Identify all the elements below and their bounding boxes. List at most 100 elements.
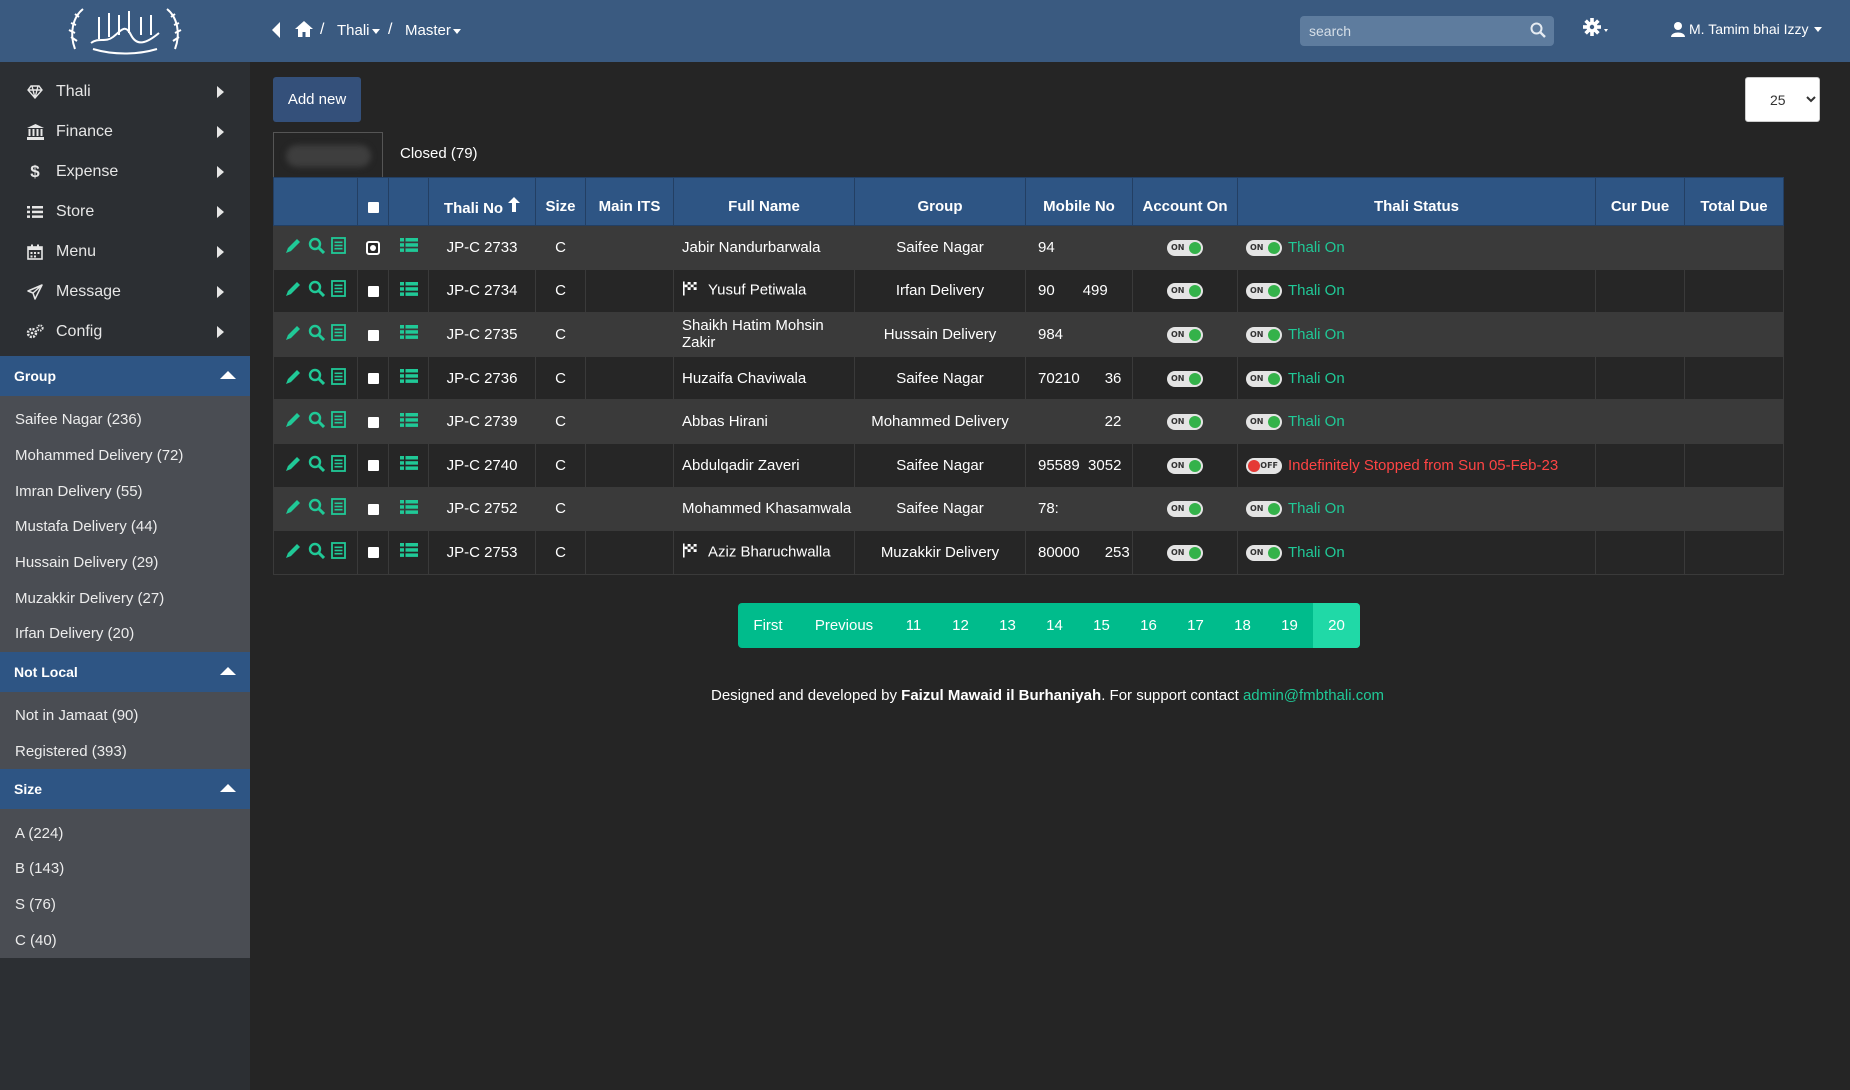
thali-status-toggle[interactable]: ON bbox=[1246, 370, 1282, 387]
sidebar-item-thali[interactable]: Thali bbox=[0, 72, 250, 112]
row-checkbox[interactable] bbox=[367, 547, 379, 559]
page-link-19[interactable]: 19 bbox=[1266, 603, 1313, 648]
settings-gear-icon[interactable] bbox=[1583, 18, 1613, 43]
row-checkbox[interactable] bbox=[367, 373, 379, 385]
row-checkbox[interactable] bbox=[367, 460, 379, 472]
filter-item[interactable]: A (224) bbox=[0, 815, 250, 851]
edit-pencil-icon[interactable] bbox=[285, 368, 302, 389]
filter-header-group[interactable]: Group bbox=[0, 356, 250, 396]
view-search-icon[interactable] bbox=[308, 455, 326, 476]
document-icon[interactable] bbox=[331, 454, 346, 476]
sidebar-item-store[interactable]: Store bbox=[0, 192, 250, 232]
view-search-icon[interactable] bbox=[308, 237, 326, 258]
filter-item[interactable]: Irfan Delivery (20) bbox=[0, 616, 250, 652]
document-icon[interactable] bbox=[331, 542, 346, 563]
edit-pencil-icon[interactable] bbox=[285, 411, 302, 432]
column-header[interactable]: Thali No bbox=[428, 177, 536, 226]
search-input[interactable] bbox=[1300, 16, 1554, 46]
account-toggle[interactable]: ON bbox=[1167, 544, 1203, 561]
thali-status-toggle[interactable]: ON bbox=[1246, 414, 1282, 431]
account-toggle[interactable]: ON bbox=[1167, 501, 1203, 518]
row-checkbox[interactable] bbox=[367, 329, 379, 341]
edit-pencil-icon[interactable] bbox=[285, 280, 302, 301]
filter-item[interactable]: Imran Delivery (55) bbox=[0, 473, 250, 509]
edit-pencil-icon[interactable] bbox=[285, 455, 302, 476]
document-icon[interactable] bbox=[331, 236, 346, 258]
account-toggle[interactable]: ON bbox=[1167, 457, 1203, 474]
support-email-link[interactable]: admin@fmbthali.com bbox=[1243, 687, 1384, 704]
row-checkbox[interactable] bbox=[367, 503, 379, 515]
breadcrumb-thali[interactable]: Thali bbox=[337, 22, 380, 39]
details-list-icon[interactable] bbox=[399, 543, 418, 562]
document-icon[interactable] bbox=[331, 324, 346, 345]
filter-item[interactable]: Saifee Nagar (236) bbox=[0, 402, 250, 438]
details-list-icon[interactable] bbox=[399, 281, 418, 301]
filter-item[interactable]: Registered (393) bbox=[0, 734, 250, 770]
page-link-first[interactable]: First bbox=[738, 603, 798, 648]
home-icon[interactable] bbox=[294, 20, 314, 43]
filter-item[interactable]: Not in Jamaat (90) bbox=[0, 698, 250, 734]
sort-asc-icon[interactable] bbox=[508, 196, 521, 216]
details-list-icon[interactable] bbox=[399, 238, 418, 257]
account-toggle[interactable]: ON bbox=[1167, 283, 1203, 300]
page-size-select[interactable]: 25 bbox=[1745, 77, 1820, 122]
row-checkbox[interactable] bbox=[366, 240, 380, 255]
breadcrumb-master[interactable]: Master bbox=[405, 22, 461, 39]
edit-pencil-icon[interactable] bbox=[285, 542, 302, 563]
view-search-icon[interactable] bbox=[308, 411, 326, 432]
filter-item[interactable]: C (40) bbox=[0, 922, 250, 958]
tab-closed[interactable]: Closed (79) bbox=[400, 145, 478, 162]
sidebar-item-message[interactable]: Message bbox=[0, 272, 250, 312]
view-search-icon[interactable] bbox=[308, 498, 326, 519]
details-list-icon[interactable] bbox=[399, 412, 418, 432]
details-list-icon[interactable] bbox=[399, 456, 418, 475]
details-list-icon[interactable] bbox=[399, 499, 418, 519]
filter-header-size[interactable]: Size bbox=[0, 769, 250, 810]
thali-status-toggle[interactable]: ON bbox=[1246, 327, 1282, 343]
sidebar-item-expense[interactable]: $ Expense bbox=[0, 152, 250, 192]
page-link-13[interactable]: 13 bbox=[984, 603, 1031, 648]
thali-status-toggle[interactable]: OFF bbox=[1246, 457, 1282, 474]
sidebar-item-menu[interactable]: Menu bbox=[0, 232, 250, 272]
page-link-14[interactable]: 14 bbox=[1031, 603, 1078, 648]
row-checkbox[interactable] bbox=[367, 285, 379, 297]
page-link-18[interactable]: 18 bbox=[1219, 603, 1266, 648]
view-search-icon[interactable] bbox=[308, 324, 326, 345]
filter-item[interactable]: Mustafa Delivery (44) bbox=[0, 509, 250, 545]
row-checkbox[interactable] bbox=[367, 416, 379, 428]
filter-item[interactable]: Muzakkir Delivery (27) bbox=[0, 580, 250, 616]
account-toggle[interactable]: ON bbox=[1167, 370, 1203, 387]
filter-item[interactable]: Hussain Delivery (29) bbox=[0, 545, 250, 581]
view-search-icon[interactable] bbox=[308, 542, 326, 563]
details-list-icon[interactable] bbox=[399, 325, 418, 344]
account-toggle[interactable]: ON bbox=[1167, 414, 1203, 431]
page-link-12[interactable]: 12 bbox=[937, 603, 984, 648]
view-search-icon[interactable] bbox=[308, 368, 326, 389]
page-link-20[interactable]: 20 bbox=[1313, 603, 1360, 648]
account-toggle[interactable]: ON bbox=[1167, 239, 1203, 256]
page-link-previous[interactable]: Previous bbox=[798, 603, 890, 648]
document-icon[interactable] bbox=[331, 498, 346, 519]
document-icon[interactable] bbox=[331, 280, 346, 301]
sidebar-item-finance[interactable]: Finance bbox=[0, 112, 250, 152]
filter-item[interactable]: S (76) bbox=[0, 887, 250, 923]
filter-item[interactable]: B (143) bbox=[0, 851, 250, 887]
account-toggle[interactable]: ON bbox=[1167, 327, 1203, 343]
tab-active[interactable] bbox=[273, 132, 383, 177]
edit-pencil-icon[interactable] bbox=[285, 324, 302, 345]
sidebar-item-config[interactable]: Config bbox=[0, 312, 250, 352]
thali-status-toggle[interactable]: ON bbox=[1246, 501, 1282, 518]
add-new-button[interactable]: Add new bbox=[273, 77, 361, 122]
thali-status-toggle[interactable]: ON bbox=[1246, 283, 1282, 300]
page-link-16[interactable]: 16 bbox=[1125, 603, 1172, 648]
user-menu[interactable]: M. Tamim bhai Izzy bbox=[1670, 21, 1822, 37]
thali-status-toggle[interactable]: ON bbox=[1246, 239, 1282, 256]
view-search-icon[interactable] bbox=[308, 280, 326, 301]
page-link-15[interactable]: 15 bbox=[1078, 603, 1125, 648]
filter-item[interactable]: Mohammed Delivery (72) bbox=[0, 438, 250, 474]
page-link-17[interactable]: 17 bbox=[1172, 603, 1219, 648]
document-icon[interactable] bbox=[331, 367, 346, 389]
select-all-checkbox[interactable] bbox=[367, 201, 379, 213]
edit-pencil-icon[interactable] bbox=[285, 498, 302, 519]
logo[interactable] bbox=[0, 0, 250, 62]
